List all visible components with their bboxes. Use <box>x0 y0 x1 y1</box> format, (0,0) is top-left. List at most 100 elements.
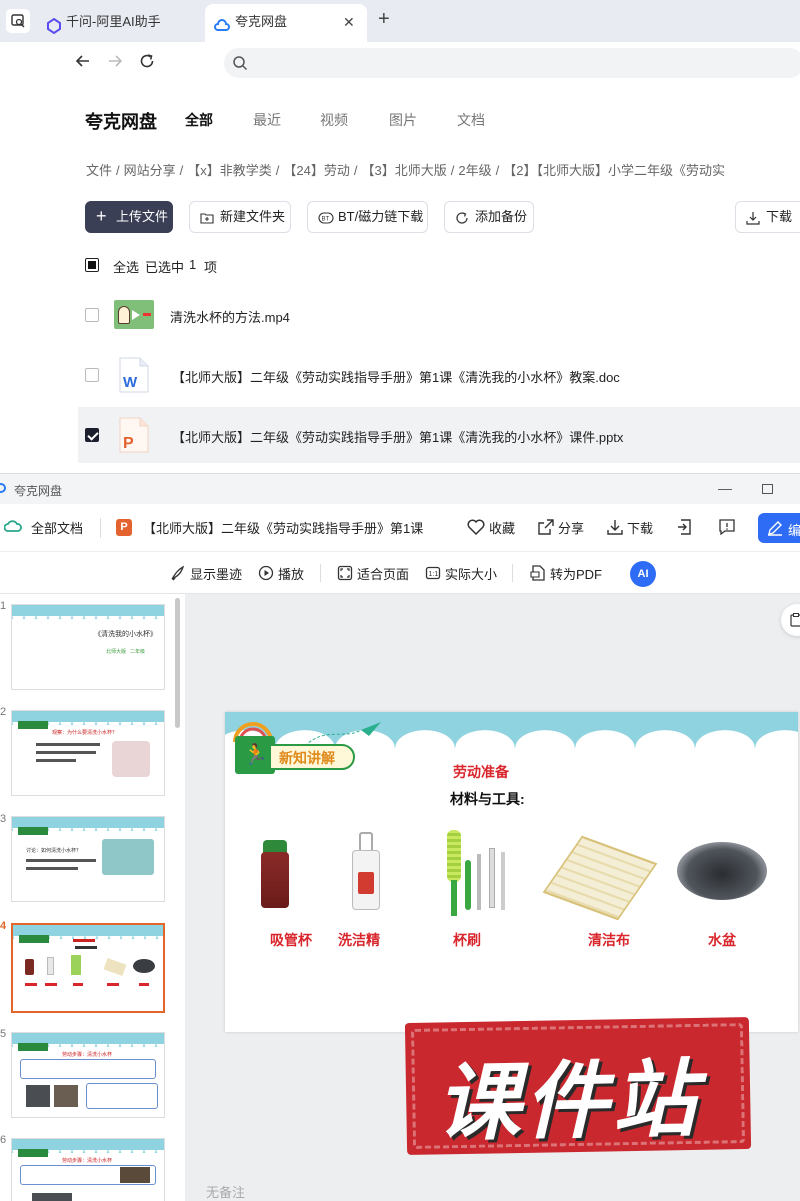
close-tab-icon[interactable]: ✕ <box>343 5 355 39</box>
upload-button[interactable]: + 上传文件 <box>85 201 173 233</box>
convert-pdf-button[interactable]: 转为PDF <box>550 564 602 583</box>
feedback-icon[interactable] <box>719 519 735 540</box>
share-button[interactable]: 分享 <box>558 518 584 537</box>
file-row-selected[interactable]: P 【北师大版】二年级《劳动实践指导手册》第1课《清洗我的小水杯》课件.pptx <box>78 407 800 463</box>
nav-images[interactable]: 图片 <box>389 110 417 130</box>
edit-button[interactable]: 编 <box>758 513 800 543</box>
slide-thumbnail-current[interactable] <box>11 923 165 1013</box>
file-row[interactable]: W 【北师大版】二年级《劳动实践指导手册》第1课《清洗我的小水杯》教案.doc <box>78 347 800 403</box>
file-row[interactable]: 清洗水杯的方法.mp4 <box>78 287 800 343</box>
actual-size-icon[interactable]: 1:1 <box>425 565 441 586</box>
sippy-cup-image <box>259 840 291 908</box>
nav-recent[interactable]: 最近 <box>253 110 281 130</box>
breadcrumb-item[interactable]: 网站分享 <box>124 163 176 178</box>
slide-thumbnail[interactable]: 讨论：如何清洗小水杯？ <box>11 816 165 902</box>
nav-docs[interactable]: 文档 <box>457 110 485 130</box>
breadcrumb-item[interactable]: 【24】劳动 <box>283 163 349 178</box>
add-backup-button[interactable]: 添加备份 <box>444 201 534 233</box>
thumb-box <box>20 1059 156 1079</box>
file-checkbox-checked[interactable] <box>85 428 99 442</box>
breadcrumb-item[interactable]: 2年级 <box>458 163 491 178</box>
download-button[interactable]: 下载 <box>735 201 800 233</box>
download-icon <box>746 202 760 232</box>
thumbnail-scrollbar[interactable] <box>175 598 180 728</box>
thumb-label-mark <box>25 983 37 986</box>
file-checkbox[interactable] <box>85 368 99 382</box>
heart-icon[interactable] <box>467 519 485 540</box>
breadcrumb-sep: / <box>179 163 184 178</box>
actual-size-button[interactable]: 实际大小 <box>445 564 497 583</box>
reload-icon[interactable] <box>138 52 156 75</box>
select-all-label[interactable]: 全选 <box>113 257 139 276</box>
play-icon[interactable] <box>258 565 274 586</box>
slide-thumbnail[interactable]: 观察：为什么要清洗小水杯？ <box>11 710 165 796</box>
thumb-label-mark <box>45 983 57 986</box>
maximize-icon[interactable] <box>762 484 773 494</box>
thumb-image <box>26 1085 50 1107</box>
file-name[interactable]: 【北师大版】二年级《劳动实践指导手册》第1课《清洗我的小水杯》课件.pptx <box>172 427 623 446</box>
basin-image <box>677 842 767 900</box>
viewer-download-button[interactable]: 下载 <box>627 518 653 537</box>
new-tab-icon[interactable]: + <box>378 8 390 31</box>
all-documents-link[interactable]: 全部文档 <box>31 518 83 537</box>
ink-icon[interactable] <box>170 565 186 586</box>
ai-assistant-button[interactable]: AI <box>630 561 656 587</box>
thumb-label-mark <box>139 983 149 986</box>
select-all-checkbox[interactable] <box>85 258 99 272</box>
pdf-icon[interactable] <box>530 565 546 586</box>
divider <box>320 564 321 582</box>
address-bar[interactable] <box>224 48 800 78</box>
fit-page-button[interactable]: 适合页面 <box>357 564 409 583</box>
slide-thumbnail[interactable]: 《清洗我的小水杯》 北师大版 二年级 <box>11 604 165 690</box>
show-ink-button[interactable]: 显示墨迹 <box>190 564 242 583</box>
breadcrumb-item[interactable]: 【3】北师大版 <box>362 163 447 178</box>
tab-label: 千问-阿里AI助手 <box>66 14 161 29</box>
nav-all[interactable]: 全部 <box>185 110 213 130</box>
slide-thumbnail[interactable]: 劳动步骤：清洗小水杯 <box>11 1138 165 1201</box>
viewer-header: 全部文档 P 【北师大版】二年级《劳动实践指导手册》第1课 收藏 分享 下载 编 <box>0 504 800 552</box>
thumb-image <box>112 741 150 777</box>
folder-plus-icon <box>200 202 214 232</box>
nav-video[interactable]: 视频 <box>320 110 348 130</box>
quark-logo-icon <box>0 483 6 493</box>
thumb-label-mark <box>73 983 83 986</box>
fit-page-icon[interactable] <box>337 565 353 586</box>
share-icon[interactable] <box>538 519 554 540</box>
tab-quark-drive[interactable]: 夸克网盘 ✕ <box>205 4 367 42</box>
slide-number-current: 4 <box>0 920 7 932</box>
breadcrumb-item[interactable]: 【2】【北师大版】小学二年级《劳动实 <box>503 163 725 178</box>
thumb-title: 观察：为什么要清洗小水杯？ <box>52 730 118 736</box>
svg-text:W: W <box>123 374 138 391</box>
export-icon[interactable] <box>677 519 692 540</box>
file-checkbox[interactable] <box>85 308 99 322</box>
tab-search-icon[interactable] <box>6 9 30 33</box>
file-name[interactable]: 【北师大版】二年级《劳动实践指导手册》第1课《清洗我的小水杯》教案.doc <box>172 367 620 386</box>
window-title: 夸克网盘 <box>14 484 63 498</box>
quark-cloud-icon <box>214 13 230 31</box>
current-slide: 🏃 新知讲解 劳动准备 材料与工具: 吸管杯 洗洁精 杯刷 清洁布 水盆 <box>225 712 798 1032</box>
breadcrumb-item[interactable]: 【x】非教学类 <box>187 163 272 178</box>
new-folder-button[interactable]: 新建文件夹 <box>189 201 291 233</box>
slide-thumbnail-panel: 1 《清洗我的小水杯》 北师大版 二年级 2 观察：为什么要清洗小水杯？ 3 讨… <box>0 594 185 1201</box>
breadcrumb-item[interactable]: 文件 <box>86 163 112 178</box>
slide-number: 3 <box>0 813 7 825</box>
tab-qianwen[interactable]: 千问-阿里AI助手 <box>36 4 202 42</box>
forward-icon[interactable] <box>106 52 124 75</box>
back-icon[interactable] <box>74 52 92 75</box>
side-tool-button[interactable] <box>781 604 800 636</box>
cleaning-cloth-image <box>542 835 658 921</box>
slide-thumbnail[interactable]: 劳动步骤：清洗小水杯 <box>11 1032 165 1118</box>
download-icon[interactable] <box>607 519 623 540</box>
minimize-icon[interactable]: — <box>718 480 732 496</box>
favorite-button[interactable]: 收藏 <box>489 518 515 537</box>
drive-brand: 夸克网盘 <box>85 112 157 132</box>
bt-download-button[interactable]: BT BT/磁力链下载 <box>307 201 428 233</box>
item-label: 吸管杯 <box>270 932 312 948</box>
svg-text:P: P <box>123 435 134 452</box>
pencil-icon <box>767 520 783 539</box>
play-button[interactable]: 播放 <box>278 564 304 583</box>
thumb-image <box>103 957 127 977</box>
thumb-text-line <box>36 759 76 762</box>
file-name[interactable]: 清洗水杯的方法.mp4 <box>170 307 290 326</box>
ai-icon: AI <box>637 568 649 580</box>
